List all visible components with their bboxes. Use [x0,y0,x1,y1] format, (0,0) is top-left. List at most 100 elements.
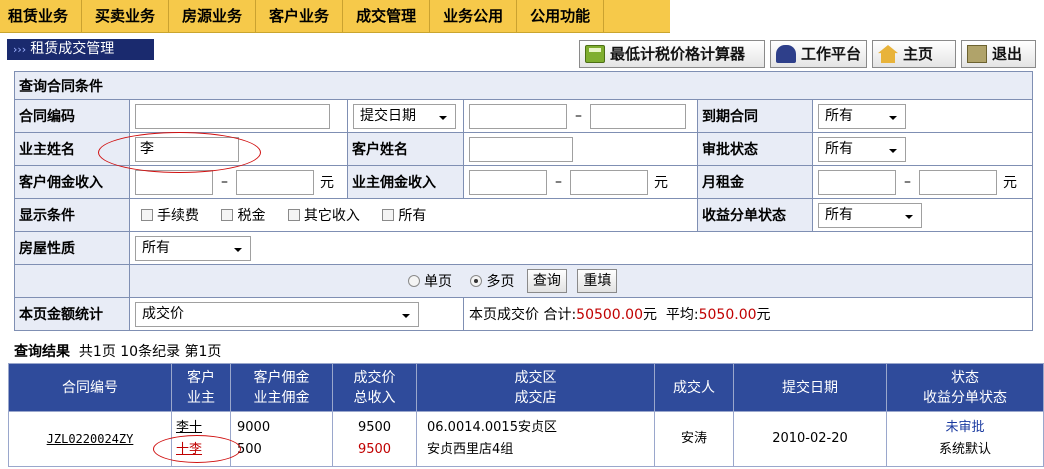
menu-item-deal-management[interactable]: 成交管理 [343,0,431,33]
monthly-rent-label: 月租金 [697,165,813,199]
menu-item-listing[interactable]: 房源业务 [169,0,257,33]
home-label: 主页 [903,45,934,63]
yuan-unit: 元 [654,175,668,191]
customer-name-label: 客户姓名 [347,132,464,166]
profit-split-label: 收益分单状态 [697,198,813,232]
yuan-unit: 元 [1003,175,1017,191]
page-title: ››› 租赁成交管理 [7,39,154,60]
customer-name-input[interactable] [469,136,573,162]
customer-name-link[interactable]: 李十 [176,420,202,435]
tax-checkbox-label: 税金 [237,208,266,224]
owner-name-label: 业主姓名 [14,132,130,166]
page-stats-label: 本页金额统计 [14,297,130,331]
customer-commission-label: 客户佣金收入 [14,165,130,199]
all-checkbox[interactable] [382,209,395,221]
menu-item-trade[interactable]: 买卖业务 [82,0,170,33]
page-stats-text: 本页成交价 合计:50500.00元 平均:5050.00元 [463,297,1033,331]
date-from-input[interactable] [469,103,567,129]
stats-average: 5050.00 [698,307,757,323]
split-status-value: 系统默认 [938,442,991,457]
contract-no-link[interactable]: JZL0220024ZY [47,432,134,446]
col-contract-no[interactable]: 合同编号 [8,363,172,412]
other-income-checkbox[interactable] [287,209,300,221]
single-page-radio[interactable] [408,275,420,287]
result-table: 合同编号 客户 业主 客户佣金 业主佣金 成交价 总收入 成交区 成交店 成交人 提交日… [8,363,1044,467]
reset-button[interactable]: 重填 [577,269,618,293]
tax-checkbox[interactable] [221,209,234,221]
date-to-input[interactable] [590,103,686,129]
calculator-icon [585,45,605,63]
exit-label: 退出 [992,45,1023,63]
single-page-label: 单页 [424,274,452,290]
dash: – [904,174,911,190]
exit-door-icon [967,45,987,63]
owner-commission-from[interactable] [469,169,547,195]
store-value: 安贞西里店4组 [427,442,514,457]
owner-commission-value: 500 [237,442,262,457]
display-conditions-label: 显示条件 [14,198,130,232]
monthly-rent-from[interactable] [818,169,896,195]
multi-page-radio[interactable] [470,275,483,287]
owner-name-input[interactable]: 李 [135,136,239,162]
page-title-text: 租赁成交管理 [30,41,115,57]
home-icon [878,45,898,63]
fee-checkbox-label: 手续费 [157,208,199,224]
stats-total: 50500.00 [576,307,643,323]
col-commission[interactable]: 客户佣金 业主佣金 [230,363,333,412]
result-page-info: 共1页 10条纪录 第1页 [78,344,222,360]
col-customer-owner[interactable]: 客户 业主 [171,363,231,412]
all-checkbox-label: 所有 [398,208,427,224]
profit-split-select[interactable]: 所有 [818,202,922,228]
date-dash: – [575,108,582,124]
contract-no-input[interactable] [135,103,330,129]
workbench-button[interactable]: 工作平台 [770,40,867,68]
tax-calculator-button[interactable]: 最低计税价格计算器 [579,40,765,68]
menu-item-public-functions[interactable]: 公用功能 [517,0,605,33]
approval-select[interactable]: 所有 [818,136,906,162]
menu-item-business-common[interactable]: 业务公用 [430,0,518,33]
date-type-select[interactable]: 提交日期 [353,103,456,129]
search-button[interactable]: 查询 [526,269,567,293]
fee-checkbox[interactable] [141,209,153,221]
monthly-rent-to[interactable] [919,169,997,195]
area-value: 06.0014.0015安贞区 [427,420,557,435]
col-status[interactable]: 状态 收益分单状态 [886,363,1044,412]
col-area-store[interactable]: 成交区 成交店 [416,363,655,412]
dash: – [221,174,228,190]
contract-no-label: 合同编码 [14,99,130,133]
other-income-checkbox-label: 其它收入 [303,208,360,224]
submit-date-value: 2010-02-20 [733,411,887,467]
col-agent[interactable]: 成交人 [654,363,734,412]
tax-calculator-label: 最低计税价格计算器 [610,45,746,63]
customer-commission-value: 9000 [237,420,271,435]
approval-label: 审批状态 [697,132,813,166]
result-label: 查询结果 [14,344,70,360]
exit-button[interactable]: 退出 [961,40,1036,68]
table-row: JZL0220024ZY 李十 十李 9000 500 9500 9500 06.00… [8,411,1044,467]
owner-name-link[interactable]: 十李 [176,442,202,457]
col-submit-date[interactable]: 提交日期 [733,363,887,412]
price-value: 9500 [357,420,392,435]
query-section-title: 查询合同条件 [14,71,1033,100]
agent-value: 安涛 [654,411,734,467]
user-icon [776,45,796,63]
menu-item-customer[interactable]: 客户业务 [256,0,344,33]
customer-commission-to[interactable] [236,169,314,195]
top-menu: 租赁业务 买卖业务 房源业务 客户业务 成交管理 业务公用 公用功能 [0,0,670,33]
result-header-row: 合同编号 客户 业主 客户佣金 业主佣金 成交价 总收入 成交区 成交店 成交人 提交日… [8,363,1044,412]
owner-commission-to[interactable] [570,169,648,195]
dash: – [555,174,562,190]
col-price-income[interactable]: 成交价 总收入 [332,363,417,412]
property-type-label: 房屋性质 [14,231,130,265]
status-value: 未审批 [945,420,985,435]
customer-commission-from[interactable] [135,169,213,195]
expire-select[interactable]: 所有 [818,103,906,129]
workbench-label: 工作平台 [801,45,862,63]
yuan-unit: 元 [320,175,334,191]
menu-item-rental[interactable]: 租赁业务 [0,0,83,33]
stats-field-select[interactable]: 成交价 [135,301,419,327]
home-button[interactable]: 主页 [872,40,956,68]
expire-label: 到期合同 [697,99,813,133]
query-form: 查询合同条件 合同编码 提交日期 – 到期合同 所有 业主姓名 李 客户姓名 审… [14,71,1033,331]
property-type-select[interactable]: 所有 [135,235,251,261]
